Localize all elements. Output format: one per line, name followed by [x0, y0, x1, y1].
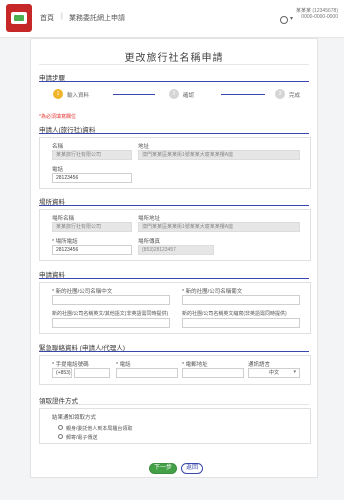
business-panel: 場所名稱 某某旅行社有限公司 場所地址 澳門某某區某某街1號某某大廈某某樓A座 … — [39, 209, 311, 261]
next-button[interactable]: 下一步 — [149, 463, 177, 474]
section-divider — [39, 81, 309, 82]
step-3-indicator: 3 — [275, 89, 285, 99]
step-1-indicator: 1 — [53, 89, 63, 99]
application-form-card: 更改旅行社名稱申請 申請步驟 1 輸入資料 2 確認 3 完成 *為必須填寫欄位… — [30, 38, 318, 478]
business-phone-label: * 場所電話 — [52, 239, 78, 245]
applicant-name-field: 某某旅行社有限公司 — [52, 150, 132, 160]
new-name-pt-label: * 新的社團/公司名稱葡文 — [182, 289, 243, 295]
delivery-method-label: 結果通知領取方式 — [52, 415, 97, 421]
section-divider — [39, 133, 309, 134]
delivery-panel: 結果通知領取方式 親身/委託他人到本局櫃台領取 郵寄/電子傳送 — [39, 408, 311, 444]
mobile-number-field[interactable] — [74, 368, 110, 378]
area-code-field[interactable]: (+853) — [52, 368, 72, 378]
email-field[interactable] — [182, 368, 244, 378]
business-fax-label: 場所傳真 — [138, 239, 161, 245]
new-name-en-label: 新的社團/公司名稱英文/其他語文(非英語需同時提供) — [52, 311, 169, 317]
applicant-phone-label: 電話 — [52, 167, 64, 173]
home-link[interactable]: 首頁 — [40, 13, 54, 23]
new-name-other-field[interactable] — [182, 318, 300, 328]
user-name: 某某某 (12345678) — [296, 8, 338, 14]
contact-panel: * 手提電話號碼 (+853) * 電話 * 電郵地址 通訊語言 中文 ▾ — [39, 355, 311, 385]
back-button[interactable]: 返回 — [181, 463, 203, 474]
business-address-field: 澳門某某區某某街1號某某大廈某某樓A座 — [138, 222, 300, 232]
section-divider — [39, 351, 309, 352]
chevron-down-icon: ▾ — [293, 369, 296, 375]
new-name-pt-field[interactable] — [182, 295, 300, 305]
step-connector — [221, 94, 265, 95]
applicant-name-label: 名稱 — [52, 144, 64, 150]
applicant-phone-field[interactable]: 28123456 — [52, 173, 132, 183]
section-divider — [39, 205, 309, 206]
business-phone-field[interactable]: 28123456 — [52, 245, 132, 255]
section-divider — [39, 404, 309, 405]
page-title: 更改旅行社名稱申請 — [124, 53, 224, 64]
delivery-option-counter-label: 親身/委託他人到本局櫃台領取 — [66, 426, 133, 432]
email-label: * 電郵地址 — [182, 362, 208, 368]
applicant-address-label: 地址 — [138, 144, 150, 150]
applicant-address-field: 澳門某某區某某街1號某某大廈某某樓A座 — [138, 150, 300, 160]
delivery-option-mail-label: 郵寄/電子傳送 — [66, 435, 98, 441]
user-id: 0000-0000-0000 — [301, 14, 338, 20]
delivery-option-mail-radio[interactable] — [58, 434, 63, 439]
language-globe-icon[interactable] — [280, 16, 288, 24]
step-3-label: 完成 — [289, 93, 301, 99]
area-code-label: * 手提電話號碼 — [52, 362, 89, 368]
step-2-label: 確認 — [183, 93, 195, 99]
top-bar: 首頁 | 業務委託網上申請 ▾ 某某某 (12345678) 0000-0000… — [0, 0, 344, 38]
language-select-value: 中文 — [268, 370, 279, 376]
logo-icon[interactable] — [6, 4, 32, 32]
business-name-field: 某某旅行社有限公司 — [52, 222, 132, 232]
language-select[interactable]: 中文 ▾ — [248, 368, 300, 378]
application-panel: * 新的社團/公司名稱中文 * 新的社團/公司名稱葡文 新的社團/公司名稱英文/… — [39, 282, 311, 334]
section-divider — [39, 278, 309, 279]
phone-field[interactable] — [116, 368, 178, 378]
breadcrumb-separator: | — [61, 13, 63, 20]
new-name-cn-label: * 新的社團/公司名稱中文 — [52, 289, 113, 295]
online-apply-link[interactable]: 業務委託網上申請 — [69, 13, 125, 23]
phone-label: * 電話 — [116, 362, 131, 368]
divider — [39, 64, 309, 65]
business-address-label: 場所地址 — [138, 216, 161, 222]
delivery-option-counter-radio[interactable] — [58, 425, 63, 430]
new-name-cn-field[interactable] — [52, 295, 170, 305]
business-fax-field: (853)28123457 — [138, 245, 214, 255]
new-name-en-field[interactable] — [52, 318, 170, 328]
chevron-down-icon[interactable]: ▾ — [290, 15, 293, 22]
step-connector — [113, 94, 155, 95]
required-note: *為必須填寫欄位 — [39, 114, 76, 120]
step-1-label: 輸入資料 — [67, 93, 90, 99]
business-name-label: 場所名稱 — [52, 216, 75, 222]
new-name-other-label: 新的社團/公司名稱英文縮寫(非英語需同時提供) — [182, 311, 287, 317]
step-2-indicator: 2 — [169, 89, 179, 99]
applicant-panel: 名稱 某某旅行社有限公司 地址 澳門某某區某某街1號某某大廈某某樓A座 電話 2… — [39, 137, 311, 189]
language-label: 通訊語言 — [248, 362, 271, 368]
